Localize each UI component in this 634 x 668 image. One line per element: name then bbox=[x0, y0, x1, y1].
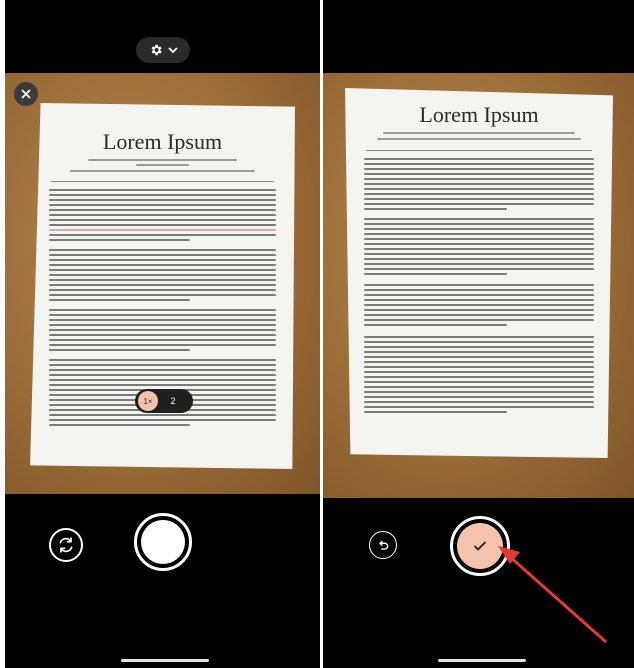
shutter-button[interactable] bbox=[134, 513, 192, 571]
chevron-down-icon bbox=[167, 47, 178, 54]
confirm-button[interactable] bbox=[450, 516, 510, 576]
settings-menu-button[interactable] bbox=[136, 37, 190, 63]
zoom-option-2x[interactable]: 2 bbox=[166, 396, 180, 406]
text-line bbox=[136, 164, 189, 166]
top-bar bbox=[5, 0, 320, 73]
divider bbox=[366, 150, 592, 151]
home-indicator bbox=[438, 659, 526, 662]
text-line bbox=[382, 132, 576, 134]
document-title: Lorem Ipsum bbox=[419, 102, 539, 127]
top-bar bbox=[323, 0, 634, 73]
paragraph bbox=[48, 309, 277, 354]
paragraph bbox=[48, 189, 277, 244]
retake-button[interactable] bbox=[369, 531, 397, 559]
paragraph bbox=[363, 218, 595, 278]
scanned-document: Lorem Ipsum bbox=[345, 88, 613, 458]
camera-viewfinder: Lorem Ipsum bbox=[5, 73, 320, 494]
gear-icon bbox=[151, 44, 162, 56]
paragraph bbox=[363, 284, 595, 329]
close-icon bbox=[21, 89, 31, 99]
zoom-selector: 1× 2 bbox=[135, 389, 193, 413]
text-line bbox=[69, 170, 256, 172]
paragraph bbox=[363, 336, 595, 416]
text-line bbox=[88, 159, 237, 161]
shutter-inner bbox=[141, 520, 185, 564]
close-button[interactable] bbox=[14, 82, 38, 106]
switch-camera-button[interactable] bbox=[49, 528, 83, 562]
document-preview: Lorem Ipsum bbox=[30, 103, 295, 469]
text-line bbox=[377, 138, 581, 140]
paragraph bbox=[363, 158, 595, 213]
rotate-icon bbox=[59, 537, 73, 553]
checkmark-icon bbox=[473, 541, 487, 551]
divider bbox=[51, 181, 274, 182]
document-title: Lorem Ipsum bbox=[102, 129, 223, 154]
undo-icon bbox=[379, 540, 389, 550]
paragraph bbox=[48, 249, 277, 304]
capture-screen: Lorem Ipsum 1× 2 bbox=[5, 0, 320, 668]
review-screen: Lorem Ipsum bbox=[323, 0, 634, 668]
confirm-inner bbox=[457, 523, 503, 569]
zoom-option-1x[interactable]: 1× bbox=[138, 391, 158, 411]
home-indicator bbox=[121, 659, 209, 662]
captured-image: Lorem Ipsum bbox=[323, 73, 634, 498]
